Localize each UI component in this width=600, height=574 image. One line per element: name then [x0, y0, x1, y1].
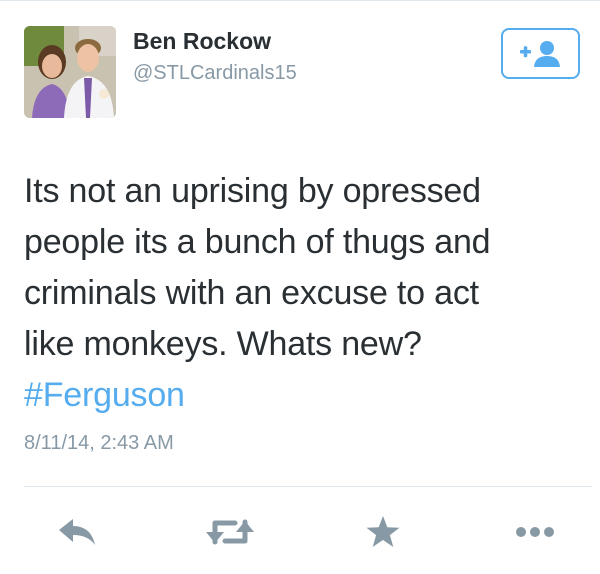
- hashtag-link[interactable]: #Ferguson: [24, 370, 584, 421]
- top-border: [0, 0, 600, 1]
- retweet-button[interactable]: [205, 510, 255, 554]
- tweet-line: people its a bunch of thugs and: [24, 223, 491, 261]
- follow-button[interactable]: [501, 28, 580, 79]
- more-button[interactable]: [510, 510, 560, 554]
- favorite-button[interactable]: [358, 510, 408, 554]
- reply-icon: [59, 519, 95, 545]
- divider: [24, 486, 592, 487]
- tweet-line: criminals with an excuse to act: [24, 274, 479, 312]
- user-handle[interactable]: @STLCardinals15: [133, 62, 297, 85]
- reply-button[interactable]: [52, 510, 102, 554]
- retweet-icon: [206, 519, 254, 545]
- avatar[interactable]: [24, 26, 116, 118]
- add-user-icon: [519, 40, 560, 67]
- timestamp: 8/11/14, 2:43 AM: [24, 432, 174, 454]
- tweet-text: Its not an uprising by opressed people i…: [24, 166, 584, 421]
- tweet-line: Its not an uprising by opressed: [24, 172, 481, 210]
- avatar-photo: [24, 26, 116, 118]
- display-name[interactable]: Ben Rockow: [133, 28, 271, 55]
- tweet-line: like monkeys. Whats new?: [24, 325, 422, 363]
- star-icon: [366, 516, 400, 547]
- more-icon: [516, 527, 554, 537]
